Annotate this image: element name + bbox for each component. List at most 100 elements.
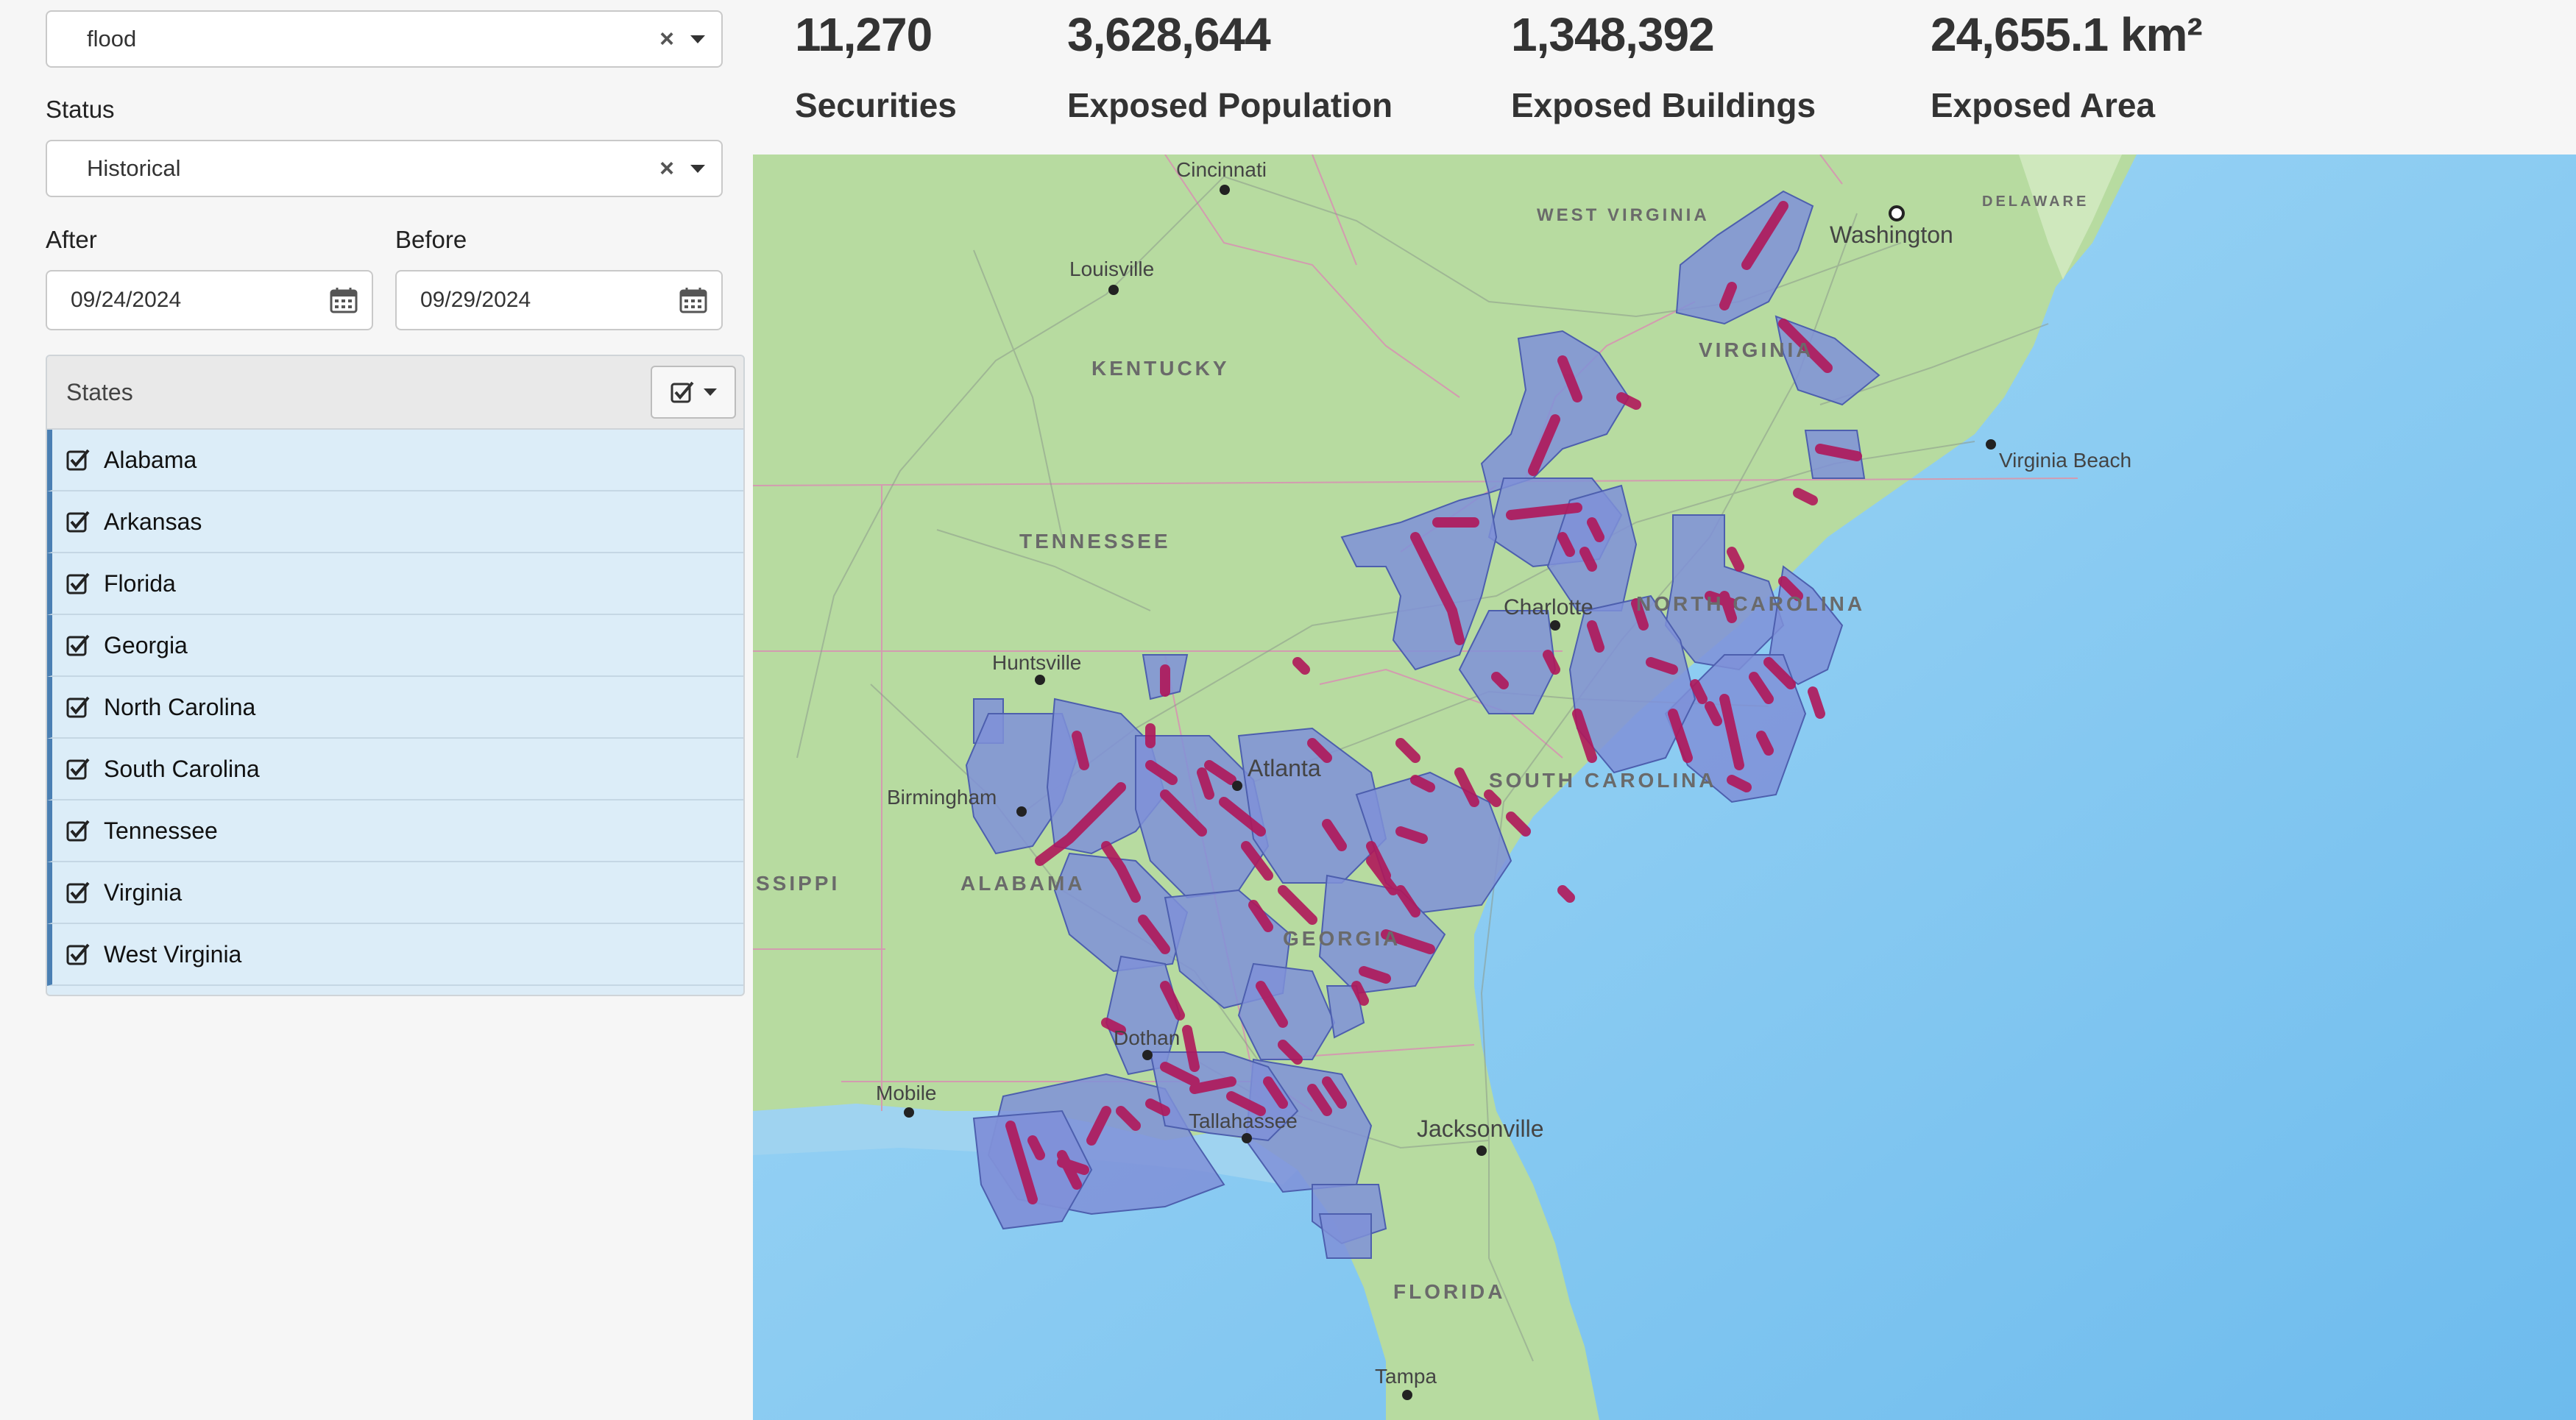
- state-list: Alabama Arkansas Florida Georgia North Carol…: [47, 430, 743, 986]
- state-item-label: South Carolina: [104, 755, 260, 782]
- kpi-exposed-area: 24,655.1 km² Exposed Area: [1931, 7, 2203, 125]
- kpi-value: 11,270: [795, 8, 933, 61]
- clear-status-icon[interactable]: ×: [659, 155, 674, 183]
- states-panel-title: States: [66, 378, 133, 405]
- status-label: Status: [46, 96, 115, 123]
- state-label-west-virginia: WEST VIRGINIA: [1537, 205, 1710, 225]
- before-label: Before: [395, 226, 467, 253]
- state-label-south-carolina: SOUTH CAROLINA: [1489, 769, 1717, 792]
- state-item-label: Georgia: [104, 631, 188, 658]
- city-label-virginia-beach: Virginia Beach: [1999, 449, 2131, 472]
- city-marker-cincinnati: [1220, 185, 1230, 195]
- state-label-virginia: VIRGINIA: [1699, 338, 1814, 361]
- state-label-delaware: DELAWARE: [1982, 194, 2089, 210]
- checkbox-checked-icon[interactable]: [66, 942, 91, 967]
- kpi-value: 3,628,644: [1067, 8, 1271, 61]
- state-item-arkansas[interactable]: Arkansas: [47, 491, 743, 553]
- city-marker-atlanta: [1232, 781, 1242, 791]
- state-item-label: Tennessee: [104, 817, 218, 844]
- city-label-atlanta: Atlanta: [1248, 755, 1321, 781]
- state-item-north-carolina[interactable]: North Carolina: [47, 677, 743, 739]
- exposure-map[interactable]: Cincinnati Louisville Washington Virgini…: [753, 155, 2576, 1420]
- kpi-label: Exposed Buildings: [1511, 86, 1816, 124]
- calendar-icon[interactable]: [679, 286, 708, 314]
- city-marker-dothan: [1142, 1050, 1153, 1060]
- clear-hazard-icon[interactable]: ×: [659, 25, 674, 54]
- state-label-tennessee: TENNESSEE: [1019, 530, 1171, 553]
- city-marker-birmingham: [1016, 806, 1027, 817]
- hazard-select[interactable]: flood ×: [46, 10, 723, 68]
- city-marker-charlotte: [1550, 620, 1560, 631]
- city-marker-washington: [1889, 205, 1905, 221]
- city-label-mobile: Mobile: [876, 1082, 936, 1104]
- status-select[interactable]: Historical ×: [46, 140, 723, 197]
- kpi-label: Exposed Population: [1067, 86, 1393, 124]
- checkbox-checked-icon[interactable]: [66, 447, 91, 472]
- checkbox-checked-icon[interactable]: [66, 695, 91, 720]
- checkbox-checked-icon[interactable]: [66, 509, 91, 534]
- state-label-alabama: ALABAMA: [960, 872, 1086, 895]
- state-label-kentucky: KENTUCKY: [1091, 357, 1230, 380]
- states-panel-header: States: [47, 356, 743, 430]
- state-item-south-carolina[interactable]: South Carolina: [47, 739, 743, 800]
- after-date-input[interactable]: 09/24/2024: [46, 270, 373, 330]
- kpi-exposed-buildings: 1,348,392 Exposed Buildings: [1511, 7, 1816, 125]
- city-label-jacksonville: Jacksonville: [1417, 1115, 1544, 1142]
- state-item-tennessee[interactable]: Tennessee: [47, 800, 743, 862]
- select-all-states-button[interactable]: [651, 366, 736, 419]
- state-label-florida: FLORIDA: [1393, 1280, 1505, 1303]
- state-label-mississippi: SSIPPI: [756, 872, 840, 895]
- state-item-label: West Virginia: [104, 940, 242, 968]
- state-item-label: Alabama: [104, 446, 197, 473]
- status-select-value: Historical: [87, 155, 181, 181]
- before-date-value: 09/29/2024: [420, 288, 531, 312]
- calendar-icon[interactable]: [329, 286, 358, 314]
- kpi-exposed-population: 3,628,644 Exposed Population: [1067, 7, 1393, 125]
- city-marker-tallahassee: [1242, 1133, 1252, 1143]
- state-label-north-carolina: NORTH CAROLINA: [1636, 592, 1865, 615]
- city-label-charlotte: Charlotte: [1504, 595, 1593, 620]
- hazard-select-value: flood: [87, 26, 137, 52]
- states-panel: States Alabama Arkansas Florida Georgia Nort…: [46, 355, 745, 996]
- city-label-louisville: Louisville: [1069, 258, 1154, 280]
- state-item-alabama[interactable]: Alabama: [47, 430, 743, 491]
- city-label-tampa: Tampa: [1375, 1365, 1437, 1388]
- kpi-securities: 11,270 Securities: [795, 7, 957, 125]
- checkbox-checked-icon[interactable]: [66, 880, 91, 905]
- city-marker-jacksonville: [1476, 1146, 1487, 1156]
- city-label-huntsville: Huntsville: [992, 651, 1081, 674]
- city-label-tallahassee: Tallahassee: [1189, 1110, 1298, 1132]
- city-label-birmingham: Birmingham: [887, 786, 997, 809]
- state-item-west-virginia[interactable]: West Virginia: [47, 924, 743, 986]
- state-item-label: Arkansas: [104, 508, 202, 535]
- checkbox-checked-icon[interactable]: [66, 818, 91, 843]
- kpi-value: 1,348,392: [1511, 8, 1715, 61]
- checkbox-checked-icon[interactable]: [66, 756, 91, 781]
- state-item-florida[interactable]: Florida: [47, 553, 743, 615]
- before-date-input[interactable]: 09/29/2024: [395, 270, 723, 330]
- chevron-down-icon[interactable]: [690, 35, 705, 43]
- city-marker-huntsville: [1035, 675, 1045, 685]
- after-date-value: 09/24/2024: [71, 288, 182, 312]
- city-marker-louisville: [1108, 285, 1119, 295]
- state-label-georgia: GEORGIA: [1283, 927, 1401, 950]
- kpi-value: 24,655.1 km²: [1931, 8, 2203, 61]
- city-label-cincinnati: Cincinnati: [1176, 158, 1267, 181]
- state-item-georgia[interactable]: Georgia: [47, 615, 743, 677]
- state-item-label: Florida: [104, 569, 176, 597]
- city-marker-tampa: [1402, 1390, 1412, 1400]
- chevron-down-icon: [704, 388, 717, 396]
- filter-sidebar: flood × Status Historical × After Before…: [0, 0, 747, 1420]
- after-label: After: [46, 226, 97, 253]
- chevron-down-icon[interactable]: [690, 164, 705, 173]
- city-label-washington: Washington: [1830, 221, 1953, 248]
- checkbox-checked-icon: [670, 381, 694, 403]
- city-marker-mobile: [904, 1107, 914, 1118]
- state-item-label: Virginia: [104, 878, 183, 906]
- kpi-label: Securities: [795, 86, 957, 124]
- checkbox-checked-icon[interactable]: [66, 633, 91, 658]
- city-marker-virginia-beach: [1986, 439, 1996, 450]
- checkbox-checked-icon[interactable]: [66, 571, 91, 596]
- kpi-label: Exposed Area: [1931, 86, 2156, 124]
- state-item-virginia[interactable]: Virginia: [47, 862, 743, 924]
